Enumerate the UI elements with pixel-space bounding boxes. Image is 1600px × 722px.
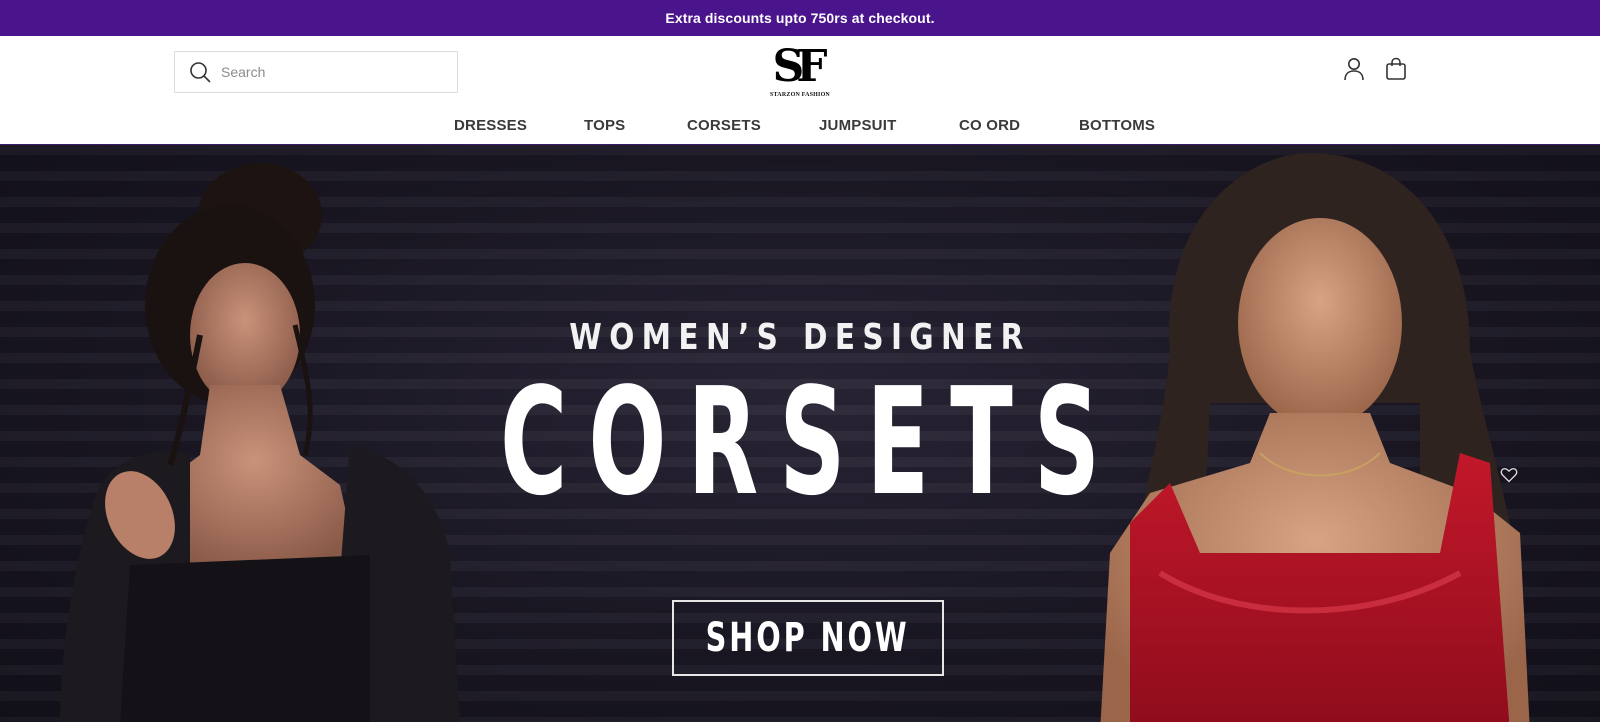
nav-item-tops[interactable]: TOPS [584, 112, 625, 140]
site-logo[interactable]: SF STARZON FASHION [762, 44, 838, 102]
announcement-text: Extra discounts upto 750rs at checkout. [665, 10, 935, 26]
logo-text: STARZON FASHION [770, 92, 830, 98]
main-nav: DRESSES TOPS CORSETS JUMPSUIT CO ORD BOT… [0, 112, 1600, 140]
logo-mark: SF [772, 41, 827, 92]
site-header: SF STARZON FASHION DRESSES TOPS CORSETS … [0, 36, 1600, 145]
nav-item-bottoms[interactable]: BOTTOMS [1079, 112, 1155, 140]
hero-subtitle: WOMEN’S DESIGNER [569, 317, 1031, 358]
search-box[interactable] [174, 51, 458, 93]
search-icon[interactable] [189, 61, 211, 83]
nav-item-co-ord[interactable]: CO ORD [959, 112, 1020, 140]
cart-icon [1386, 57, 1406, 80]
shop-now-label: SHOP NOW [706, 615, 910, 661]
heart-icon[interactable] [1500, 467, 1518, 483]
nav-item-dresses[interactable]: DRESSES [454, 112, 527, 140]
shop-now-button[interactable]: SHOP NOW [672, 600, 944, 676]
hero-title: CORSETS [500, 356, 1122, 528]
nav-item-jumpsuit[interactable]: JUMPSUIT [819, 112, 896, 140]
account-button[interactable] [1341, 56, 1367, 82]
account-icon [1344, 58, 1364, 81]
cart-button[interactable] [1383, 56, 1409, 82]
hero-banner[interactable]: WOMEN’S DESIGNER CORSETS SHOP NOW [0, 145, 1600, 722]
announcement-bar: Extra discounts upto 750rs at checkout. [0, 0, 1600, 36]
search-input[interactable] [221, 52, 457, 92]
nav-item-corsets[interactable]: CORSETS [687, 112, 761, 140]
